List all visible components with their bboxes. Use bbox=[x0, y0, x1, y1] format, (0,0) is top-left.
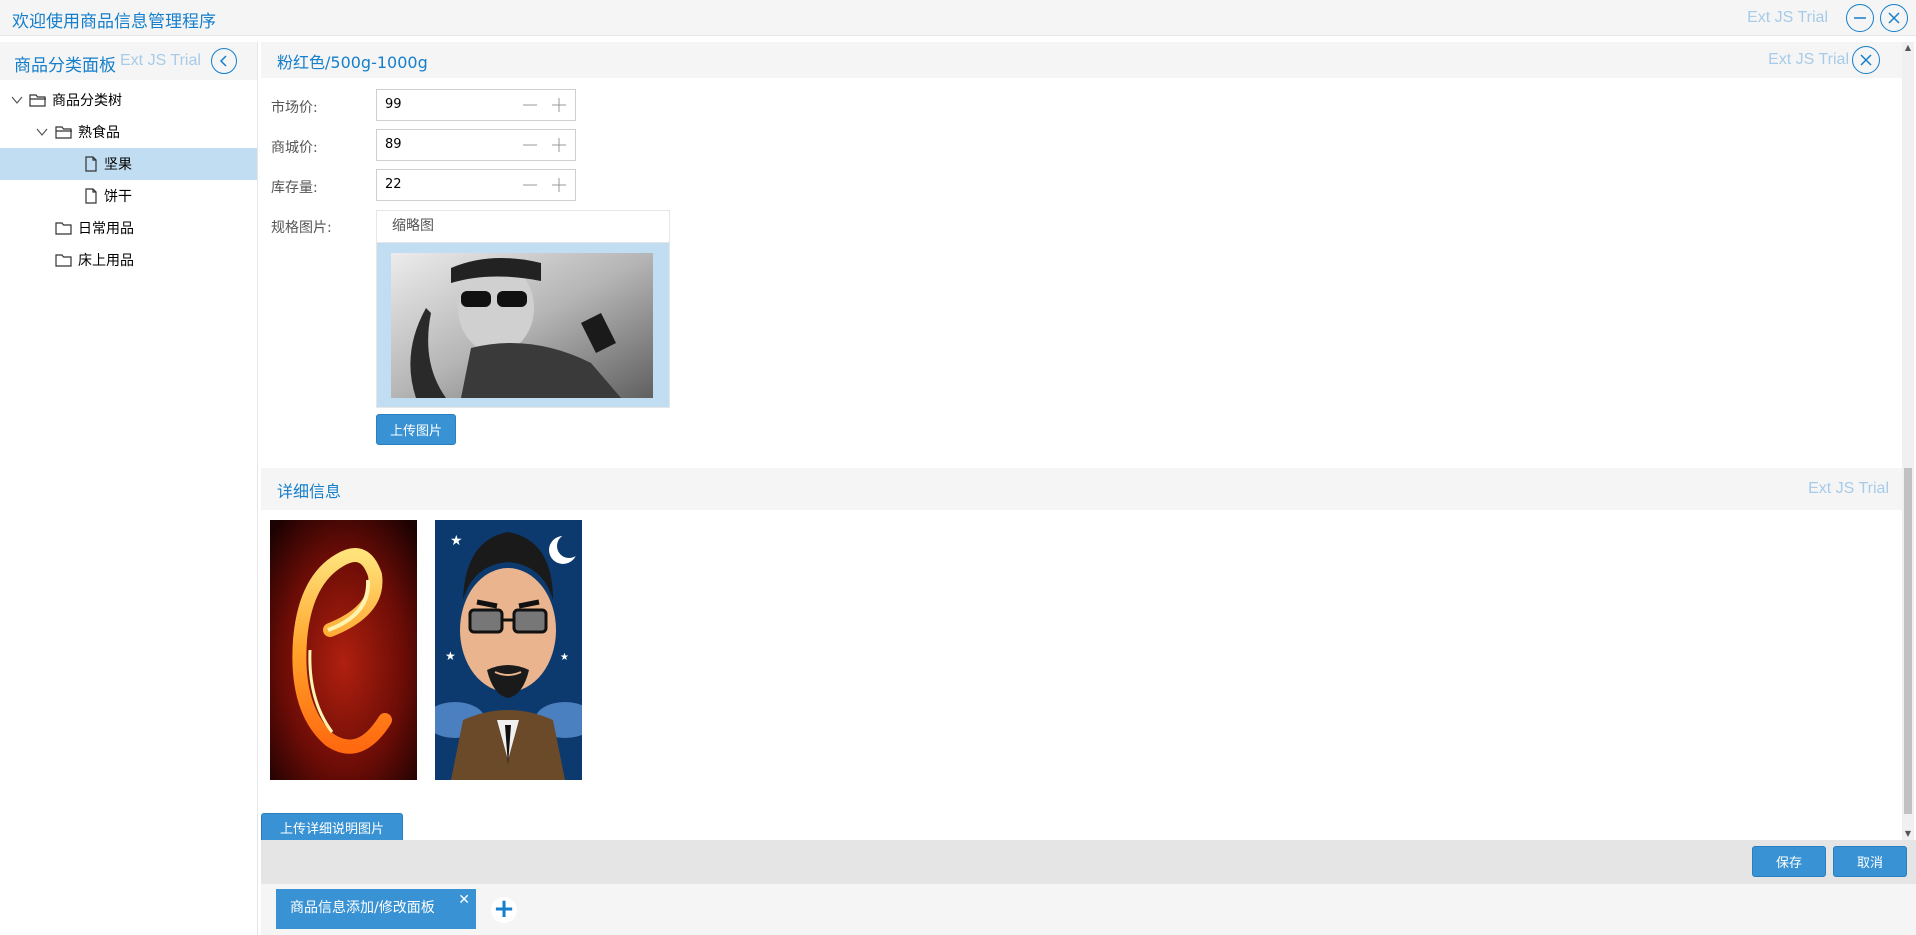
spec-panel-header: 粉红色/500g-1000g Ext JS Trial bbox=[261, 42, 1911, 78]
tree-node-label: 坚果 bbox=[104, 157, 132, 173]
close-icon bbox=[1860, 54, 1872, 66]
tree-node-root[interactable]: 商品分类树 bbox=[0, 84, 257, 116]
product-edit-panel: 粉红色/500g-1000g Ext JS Trial 市场价: 99 商城价:… bbox=[261, 42, 1916, 935]
stock-field[interactable]: 22 bbox=[376, 169, 576, 201]
chevron-down-icon[interactable] bbox=[35, 125, 49, 139]
market-price-value[interactable]: 99 bbox=[385, 97, 402, 112]
mall-price-label: 商城价: bbox=[271, 140, 318, 156]
cancel-button[interactable]: 取消 bbox=[1833, 846, 1907, 877]
chevron-down-icon[interactable] bbox=[10, 93, 24, 107]
increment-icon[interactable] bbox=[551, 137, 567, 153]
spec-image-grid: 缩略图 bbox=[376, 210, 670, 408]
app-title: 欢迎使用商品信息管理程序 bbox=[12, 12, 216, 32]
collapse-panel-button[interactable] bbox=[211, 48, 237, 74]
stock-value[interactable]: 22 bbox=[385, 177, 402, 192]
scroll-down-arrow[interactable]: ▼ bbox=[1904, 830, 1912, 838]
thumbnail-column-header: 缩略图 bbox=[377, 211, 669, 243]
close-app-button[interactable] bbox=[1880, 4, 1908, 32]
decrement-icon[interactable] bbox=[522, 177, 538, 193]
tab-bar: 商品信息添加/修改面板 ✕ + bbox=[261, 884, 1916, 935]
detail-image-cartoon-man[interactable]: ★ ★ ★ bbox=[435, 520, 582, 780]
category-panel-title: 商品分类面板 bbox=[14, 56, 116, 76]
detail-image-fire-letter[interactable] bbox=[270, 520, 417, 780]
folder-open-icon bbox=[55, 126, 72, 139]
decrement-icon[interactable] bbox=[522, 137, 538, 153]
increment-icon[interactable] bbox=[551, 177, 567, 193]
category-tree: 商品分类树 熟食品 坚果 饼干 日常用品 床上用品 bbox=[0, 80, 257, 276]
minimize-button[interactable] bbox=[1846, 4, 1874, 32]
form-action-bar: 保存 取消 bbox=[261, 840, 1916, 884]
scroll-up-arrow[interactable]: ▲ bbox=[1904, 44, 1912, 52]
svg-text:★: ★ bbox=[450, 533, 463, 549]
spec-thumbnail-image bbox=[391, 253, 653, 398]
svg-text:★: ★ bbox=[445, 649, 456, 663]
folder-icon bbox=[55, 254, 72, 267]
cartoon-man-image: ★ ★ ★ bbox=[435, 520, 582, 780]
mall-price-field[interactable]: 89 bbox=[376, 129, 576, 161]
scrollbar-thumb[interactable] bbox=[1904, 468, 1912, 814]
svg-text:★: ★ bbox=[560, 652, 569, 663]
tab-label: 商品信息添加/修改面板 bbox=[290, 900, 435, 916]
tree-node-cooked-food[interactable]: 熟食品 bbox=[0, 116, 257, 148]
tree-node-bedding[interactable]: 床上用品 bbox=[0, 244, 257, 276]
stock-label: 库存量: bbox=[271, 180, 318, 196]
upload-spec-image-button[interactable]: 上传图片 bbox=[376, 414, 456, 445]
close-spec-panel-button[interactable] bbox=[1852, 46, 1880, 74]
tree-node-label: 床上用品 bbox=[78, 253, 134, 269]
folder-icon bbox=[55, 222, 72, 235]
spec-image-label: 规格图片: bbox=[271, 220, 332, 236]
save-button[interactable]: 保存 bbox=[1752, 846, 1826, 877]
tree-node-label: 饼干 bbox=[104, 189, 132, 205]
detail-panel-header: 详细信息 Ext JS Trial bbox=[261, 468, 1911, 510]
upload-detail-image-button[interactable]: 上传详细说明图片 bbox=[261, 813, 403, 841]
mall-price-value[interactable]: 89 bbox=[385, 137, 402, 152]
add-tab-button[interactable]: + bbox=[491, 896, 517, 923]
spec-panel-title: 粉红色/500g-1000g bbox=[277, 53, 428, 72]
minus-icon bbox=[1854, 17, 1866, 19]
fire-letter-image bbox=[270, 520, 417, 780]
category-panel: 商品分类面板 Ext JS Trial 商品分类树 熟食品 坚果 饼干 日常用品 bbox=[0, 42, 258, 935]
spec-image-row[interactable] bbox=[377, 243, 669, 407]
detail-panel-title: 详细信息 bbox=[277, 482, 342, 501]
tree-node-label: 日常用品 bbox=[78, 221, 134, 237]
tree-node-label: 熟食品 bbox=[78, 125, 120, 141]
tree-node-nuts[interactable]: 坚果 bbox=[0, 148, 257, 180]
tree-node-label: 商品分类树 bbox=[52, 93, 122, 109]
app-header: 欢迎使用商品信息管理程序 Ext JS Trial bbox=[0, 0, 1916, 36]
chevron-left-icon bbox=[219, 55, 227, 67]
tree-node-daily-goods[interactable]: 日常用品 bbox=[0, 212, 257, 244]
tab-product-edit[interactable]: 商品信息添加/修改面板 ✕ bbox=[276, 889, 476, 929]
tree-node-biscuits[interactable]: 饼干 bbox=[0, 180, 257, 212]
file-icon bbox=[85, 156, 97, 172]
close-tab-icon[interactable]: ✕ bbox=[458, 881, 470, 919]
trial-watermark: Ext JS Trial bbox=[120, 52, 201, 69]
folder-open-icon bbox=[29, 94, 46, 107]
decrement-icon[interactable] bbox=[522, 97, 538, 113]
increment-icon[interactable] bbox=[551, 97, 567, 113]
trial-watermark: Ext JS Trial bbox=[1808, 480, 1889, 497]
category-panel-header: 商品分类面板 Ext JS Trial bbox=[0, 42, 257, 80]
file-icon bbox=[85, 188, 97, 204]
vertical-scrollbar[interactable]: ▲ ▼ bbox=[1902, 42, 1914, 840]
market-price-label: 市场价: bbox=[271, 100, 318, 116]
market-price-field[interactable]: 99 bbox=[376, 89, 576, 121]
close-icon bbox=[1888, 12, 1900, 24]
trial-watermark: Ext JS Trial bbox=[1768, 51, 1849, 68]
trial-watermark: Ext JS Trial bbox=[1747, 9, 1828, 26]
